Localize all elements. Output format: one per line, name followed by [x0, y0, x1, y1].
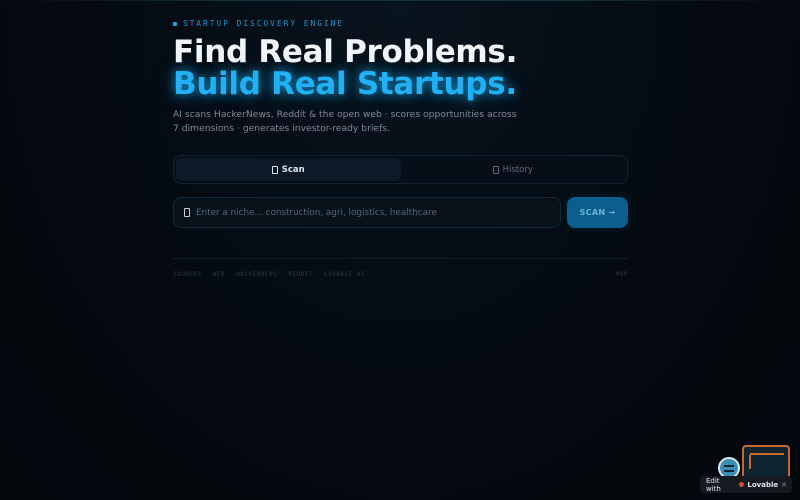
page: STARTUP DISCOVERY ENGINE Find Real Probl… [0, 0, 800, 500]
top-divider [0, 0, 800, 1]
hero-subtitle: AI scans HackerNews, Reddit & the open w… [173, 109, 517, 134]
lovable-brand-text: Lovable [747, 480, 779, 489]
heart-icon [739, 482, 745, 487]
edit-with-text: Edit with [706, 476, 721, 493]
source-reddit: REDDIT [288, 271, 313, 278]
search-box [173, 197, 561, 228]
close-icon[interactable]: ✕ [781, 481, 787, 489]
tab-history-label: History [502, 164, 533, 175]
niche-search-input[interactable] [196, 207, 546, 218]
tab-bar: Scan History [173, 155, 628, 184]
edit-with-lovable-pill[interactable]: Edit with Lovable ✕ [700, 476, 792, 493]
eyebrow-dot-icon [173, 21, 177, 26]
section-divider [173, 258, 628, 259]
tab-history[interactable]: History [401, 158, 626, 181]
scan-icon [271, 165, 278, 174]
sources-label: SOURCES [173, 271, 202, 278]
mvp-label: MVP [615, 271, 628, 278]
source-web: WEB [212, 271, 226, 278]
sources-bar: SOURCES WEB HACKERNEWS REDDIT LOVABLE AI… [173, 271, 628, 278]
search-icon [184, 208, 190, 217]
history-icon [492, 165, 499, 174]
eyebrow-text: STARTUP DISCOVERY ENGINE [183, 19, 345, 28]
scan-button[interactable]: SCAN → [567, 197, 628, 228]
tab-scan-label: Scan [281, 164, 305, 175]
headline-line-2: Build Real Startups. [173, 66, 517, 102]
tab-scan[interactable]: Scan [176, 158, 401, 181]
source-lovable-ai: LOVABLE AI [323, 271, 366, 278]
headline-line-1: Find Real Problems. [173, 34, 518, 70]
eyebrow: STARTUP DISCOVERY ENGINE [173, 19, 344, 28]
lovable-badge[interactable]: Edit with Lovable ✕ [700, 445, 792, 493]
source-hackernews: HACKERNEWS [236, 271, 278, 278]
